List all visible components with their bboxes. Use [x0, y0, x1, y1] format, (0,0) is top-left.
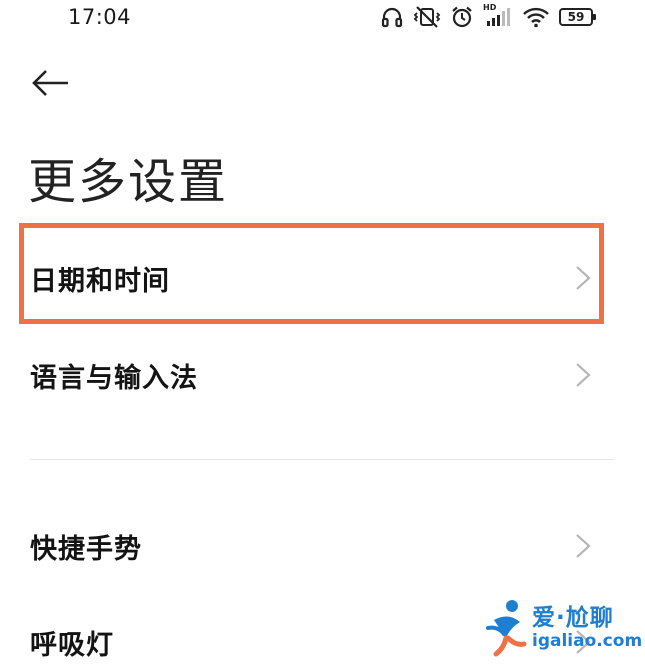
wifi-icon — [522, 5, 550, 29]
alarm-icon — [450, 5, 474, 29]
settings-item-label: 呼吸灯 — [30, 629, 114, 661]
settings-item-label: 日期和时间 — [30, 265, 170, 297]
settings-item-label: 语言与输入法 — [30, 362, 198, 394]
headphones-icon — [380, 5, 404, 29]
settings-item-gestures[interactable]: 快捷手势 — [30, 516, 595, 576]
settings-item-date-time[interactable]: 日期和时间 — [30, 248, 595, 308]
vibrate-off-icon — [413, 5, 441, 29]
chevron-right-icon — [576, 266, 591, 290]
watermark: 爱·尬聊 igaliao.com — [484, 598, 642, 662]
chevron-right-icon — [576, 363, 591, 387]
watermark-brand: 爱·尬聊 — [532, 605, 614, 631]
settings-item-label: 快捷手势 — [30, 533, 142, 565]
status-icons: HD 59 — [380, 3, 596, 30]
status-bar: 17:04 HD 59 — [0, 0, 645, 36]
status-time: 17:04 — [68, 5, 132, 29]
settings-item-language-input[interactable]: 语言与输入法 — [30, 345, 595, 405]
back-button[interactable] — [30, 66, 72, 100]
section-divider — [30, 459, 614, 460]
watermark-logo-icon — [486, 600, 527, 657]
page-title: 更多设置 — [28, 154, 229, 210]
cellular-signal-icon: HD — [483, 3, 513, 29]
chevron-right-icon — [576, 534, 591, 558]
arrow-left-icon — [32, 70, 68, 96]
battery-icon: 59 — [559, 8, 596, 26]
battery-level: 59 — [567, 10, 585, 24]
watermark-url: igaliao.com — [532, 631, 643, 651]
